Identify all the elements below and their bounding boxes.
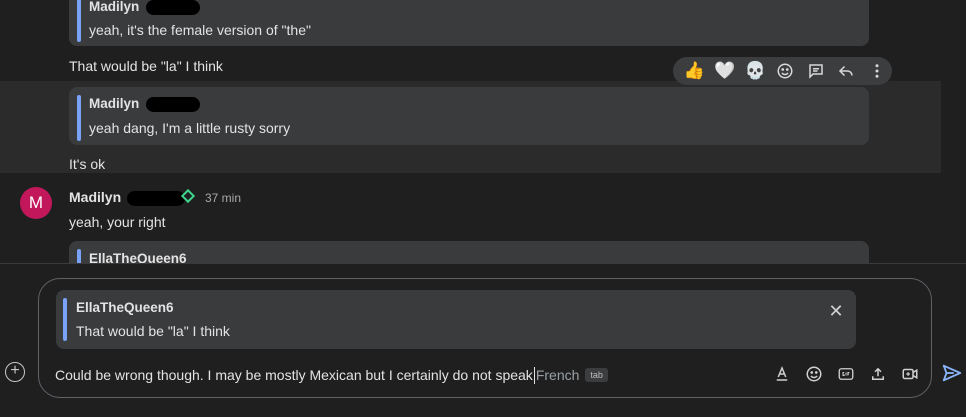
format-text-icon[interactable]: [766, 362, 798, 386]
reply-preview-text: That would be "la" I think: [76, 323, 230, 339]
quote-text: yeah dang, I'm a little rusty sorry: [89, 120, 291, 136]
heart-icon[interactable]: 🤍: [709, 57, 739, 85]
quoted-message-3[interactable]: EllaTheQueen6: [69, 241, 869, 263]
quoted-message-2[interactable]: Madilyn yeah dang, I'm a little rusty so…: [69, 87, 869, 145]
quote-bar: [77, 249, 81, 263]
text-caret: [533, 366, 535, 384]
message-text: It's ok: [69, 156, 106, 172]
compose-toolbar: [766, 362, 926, 386]
quote-author: Madilyn: [89, 0, 201, 15]
reaction-toolbar: 👍 🤍 💀: [673, 57, 892, 85]
emoji-icon[interactable]: [770, 57, 800, 85]
message-input[interactable]: Could be wrong though. I may be mostly M…: [55, 365, 608, 385]
more-vert-icon[interactable]: [862, 57, 892, 85]
avatar[interactable]: M: [20, 187, 52, 219]
thumbs-up-icon[interactable]: 👍: [679, 57, 709, 85]
compose-box[interactable]: EllaTheQueen6 That would be "la" I think…: [38, 278, 932, 398]
divider: [0, 263, 966, 264]
smart-compose-suggestion: French: [535, 367, 580, 383]
reply-preview-author: EllaTheQueen6: [76, 300, 174, 315]
reply-icon[interactable]: [831, 57, 861, 85]
quote-author: Madilyn: [89, 96, 201, 112]
message-text: That would be "la" I think: [69, 58, 223, 74]
send-icon[interactable]: [941, 362, 963, 384]
skull-icon[interactable]: 💀: [740, 57, 770, 85]
quote-bar: [77, 95, 81, 141]
close-icon[interactable]: ✕: [826, 301, 846, 321]
emoji-icon[interactable]: [798, 362, 830, 386]
redacted-surname: [146, 96, 201, 112]
redacted-surname: [127, 190, 186, 206]
message-list: Madilyn yeah, it's the female version of…: [0, 0, 966, 263]
reply-preview: EllaTheQueen6 That would be "la" I think…: [56, 290, 856, 349]
reply-in-thread-icon[interactable]: [801, 57, 831, 85]
tab-hint: tab: [585, 368, 608, 382]
quote-text: yeah, it's the female version of "the": [89, 22, 311, 38]
timestamp: 37 min: [205, 191, 242, 205]
quote-author: EllaTheQueen6: [89, 251, 187, 263]
redacted-surname: [146, 0, 201, 15]
video-call-icon[interactable]: [894, 362, 926, 386]
sender-name[interactable]: Madilyn: [69, 189, 186, 206]
quote-bar: [77, 0, 81, 42]
message-text: yeah, your right: [69, 214, 166, 230]
add-attachment-button[interactable]: +: [5, 362, 25, 382]
typed-text: Could be wrong though. I may be mostly M…: [55, 367, 533, 383]
upload-icon[interactable]: [862, 362, 894, 386]
quote-bar: [63, 298, 67, 341]
quoted-message-1[interactable]: Madilyn yeah, it's the female version of…: [69, 0, 869, 46]
gif-icon[interactable]: [830, 362, 862, 386]
